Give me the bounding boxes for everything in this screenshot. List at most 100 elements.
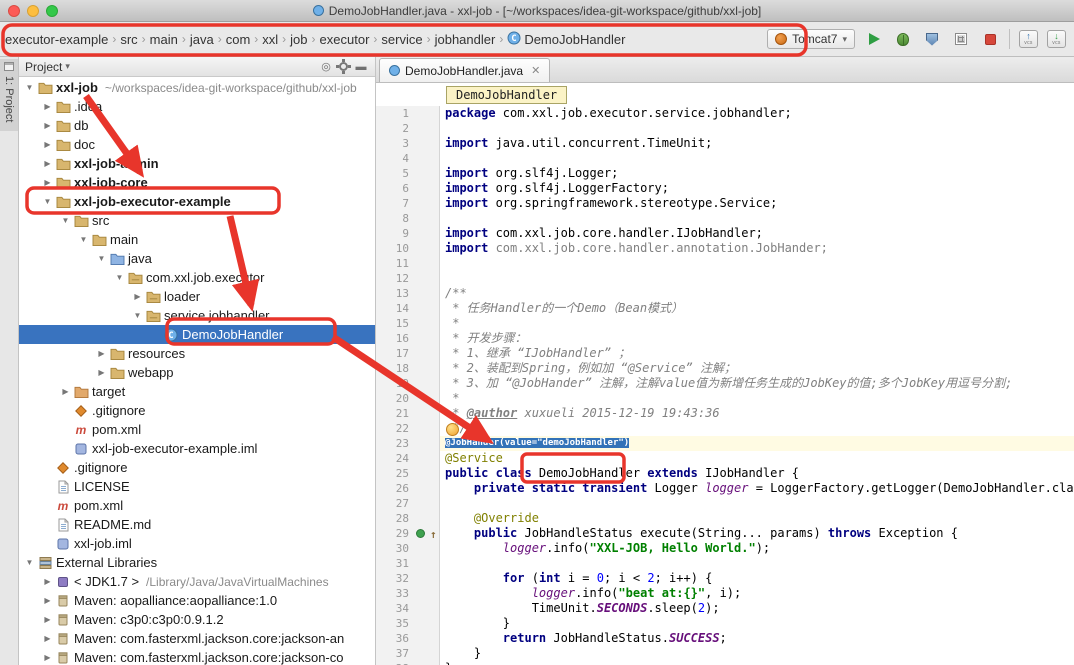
expanded-arrow-icon[interactable]: ▼ (113, 273, 126, 282)
expanded-arrow-icon[interactable]: ▼ (59, 216, 72, 225)
tree-item-pom-xml[interactable]: mpom.xml (19, 420, 375, 439)
code-line-23[interactable]: 23@JobHander(value="demoJobHandler") (376, 436, 1074, 451)
code-line-29[interactable]: 29↑ public JobHandleStatus execute(Strin… (376, 526, 1074, 541)
run-method-icon[interactable] (416, 529, 425, 538)
close-window-button[interactable] (8, 5, 20, 17)
collapsed-arrow-icon[interactable]: ▶ (41, 140, 54, 149)
tree-item-xxl-job-iml[interactable]: xxl-job.iml (19, 534, 375, 553)
tree-item-doc[interactable]: ▶doc (19, 135, 375, 154)
code-line-25[interactable]: 25public class DemoJobHandler extends IJ… (376, 466, 1074, 481)
code-line-21[interactable]: 21 * @author xuxueli 2015-12-19 19:43:36 (376, 406, 1074, 421)
breadcrumb-item-executor[interactable]: executor (317, 30, 373, 49)
code-line-13[interactable]: 13/** (376, 286, 1074, 301)
vcs-commit-button[interactable]: ↓ vcs (1047, 30, 1066, 48)
code-line-7[interactable]: 7import org.springframework.stereotype.S… (376, 196, 1074, 211)
structure-element-chip[interactable]: DemoJobHandler (446, 86, 567, 104)
code-line-26[interactable]: 26 private static transient Logger logge… (376, 481, 1074, 496)
chevron-down-icon[interactable]: ▾ (65, 61, 70, 72)
code-line-37[interactable]: 37 } (376, 646, 1074, 661)
code-line-2[interactable]: 2 (376, 121, 1074, 136)
collapsed-arrow-icon[interactable]: ▶ (59, 387, 72, 396)
code-line-30[interactable]: 30 logger.info("XXL-JOB, Hello World."); (376, 541, 1074, 556)
code-line-6[interactable]: 6import org.slf4j.LoggerFactory; (376, 181, 1074, 196)
collapsed-arrow-icon[interactable]: ▶ (95, 368, 108, 377)
tree-item-readme-md[interactable]: README.md (19, 515, 375, 534)
intention-bulb-icon[interactable] (446, 423, 459, 436)
tree-item-java[interactable]: ▼java (19, 249, 375, 268)
vcs-update-button[interactable]: ↑ vcs (1019, 30, 1038, 48)
code-line-10[interactable]: 10import com.xxl.job.core.handler.annota… (376, 241, 1074, 256)
code-line-18[interactable]: 18 * 2、装配到Spring，例如加 “@Service” 注解； (376, 361, 1074, 376)
code-line-19[interactable]: 19 * 3、加 “@JobHander” 注解，注解value值为新增任务生成… (376, 376, 1074, 391)
tree-item-main[interactable]: ▼main (19, 230, 375, 249)
tree-item-target[interactable]: ▶target (19, 382, 375, 401)
code-line-35[interactable]: 35 } (376, 616, 1074, 631)
stop-button[interactable] (980, 29, 1000, 49)
code-line-5[interactable]: 5import org.slf4j.Logger; (376, 166, 1074, 181)
tree-item-maven-com-fasterxml-jackson-core-jackson-an[interactable]: ▶Maven: com.fasterxml.jackson.core:jacks… (19, 629, 375, 648)
gear-icon[interactable] (339, 62, 348, 71)
breadcrumb-item-executor-example[interactable]: executor-example (2, 30, 111, 49)
tree-item-xxl-job-core[interactable]: ▶xxl-job-core (19, 173, 375, 192)
dashboard-button[interactable] (951, 29, 971, 49)
override-method-icon[interactable]: ↑ (430, 527, 437, 542)
breadcrumb-item-main[interactable]: main (147, 30, 181, 49)
expanded-arrow-icon[interactable]: ▼ (77, 235, 90, 244)
breadcrumb-item-xxl[interactable]: xxl (259, 30, 281, 49)
project-toolwindow-button[interactable]: 1: Project (0, 59, 18, 131)
expanded-arrow-icon[interactable]: ▼ (23, 558, 36, 567)
tree-item-gitignore[interactable]: .gitignore (19, 401, 375, 420)
tree-item-service-jobhandler[interactable]: ▼service.jobhandler (19, 306, 375, 325)
code-line-11[interactable]: 11 (376, 256, 1074, 271)
code-line-22[interactable]: 22 */ (376, 421, 1074, 436)
code-line-3[interactable]: 3import java.util.concurrent.TimeUnit; (376, 136, 1074, 151)
project-panel-title[interactable]: Project (25, 60, 62, 74)
tree-item-idea[interactable]: ▶.idea (19, 97, 375, 116)
close-tab-icon[interactable]: ✕ (531, 64, 540, 77)
tree-item-resources[interactable]: ▶resources (19, 344, 375, 363)
collapsed-arrow-icon[interactable]: ▶ (41, 634, 54, 643)
collapsed-arrow-icon[interactable]: ▶ (41, 159, 54, 168)
expanded-arrow-icon[interactable]: ▼ (41, 197, 54, 206)
expanded-arrow-icon[interactable]: ▼ (95, 254, 108, 263)
tree-item-db[interactable]: ▶db (19, 116, 375, 135)
locate-file-button[interactable]: ◎ (318, 60, 334, 73)
tree-item-external-libraries[interactable]: ▼External Libraries (19, 553, 375, 572)
expanded-arrow-icon[interactable]: ▼ (23, 83, 36, 92)
minimize-window-button[interactable] (27, 5, 39, 17)
tree-item-maven-c3p0-c3p0-0-9-1-2[interactable]: ▶Maven: c3p0:c3p0:0.9.1.2 (19, 610, 375, 629)
breadcrumb-item-service[interactable]: service (378, 30, 425, 49)
editor-tab-demojobhandler[interactable]: DemoJobHandler.java ✕ (379, 58, 550, 82)
tree-item-webapp[interactable]: ▶webapp (19, 363, 375, 382)
run-button[interactable] (864, 29, 884, 49)
code-line-34[interactable]: 34 TimeUnit.SECONDS.sleep(2); (376, 601, 1074, 616)
tree-item-src[interactable]: ▼src (19, 211, 375, 230)
code-line-16[interactable]: 16 * 开发步骤： (376, 331, 1074, 346)
breadcrumb-item-demojobhandler[interactable]: CDemoJobHandler (504, 29, 628, 50)
code-line-31[interactable]: 31 (376, 556, 1074, 571)
tree-item-license[interactable]: LICENSE (19, 477, 375, 496)
code-line-8[interactable]: 8 (376, 211, 1074, 226)
expanded-arrow-icon[interactable]: ▼ (131, 311, 144, 320)
collapsed-arrow-icon[interactable]: ▶ (95, 349, 108, 358)
code-editor[interactable]: 1package com.xxl.job.executor.service.jo… (376, 106, 1074, 665)
breadcrumb-item-src[interactable]: src (117, 30, 140, 49)
code-line-12[interactable]: 12 (376, 271, 1074, 286)
code-line-1[interactable]: 1package com.xxl.job.executor.service.jo… (376, 106, 1074, 121)
collapsed-arrow-icon[interactable]: ▶ (41, 121, 54, 130)
debug-button[interactable] (893, 29, 913, 49)
code-line-27[interactable]: 27 (376, 496, 1074, 511)
code-line-38[interactable]: 38} (376, 661, 1074, 665)
collapsed-arrow-icon[interactable]: ▶ (41, 178, 54, 187)
breadcrumb-item-jobhandler[interactable]: jobhandler (432, 30, 499, 49)
tree-item-xxl-job[interactable]: ▼xxl-job~/workspaces/idea-git-workspace/… (19, 78, 375, 97)
collapsed-arrow-icon[interactable]: ▶ (41, 615, 54, 624)
tree-item-xxl-job-executor-example[interactable]: ▼xxl-job-executor-example (19, 192, 375, 211)
tree-item-loader[interactable]: ▶loader (19, 287, 375, 306)
code-line-24[interactable]: 24@Service (376, 451, 1074, 466)
collapsed-arrow-icon[interactable]: ▶ (41, 653, 54, 662)
breadcrumb-item-com[interactable]: com (223, 30, 254, 49)
coverage-button[interactable] (922, 29, 942, 49)
code-line-9[interactable]: 9import com.xxl.job.core.handler.IJobHan… (376, 226, 1074, 241)
tree-item-maven-aopalliance-aopalliance-1-0[interactable]: ▶Maven: aopalliance:aopalliance:1.0 (19, 591, 375, 610)
